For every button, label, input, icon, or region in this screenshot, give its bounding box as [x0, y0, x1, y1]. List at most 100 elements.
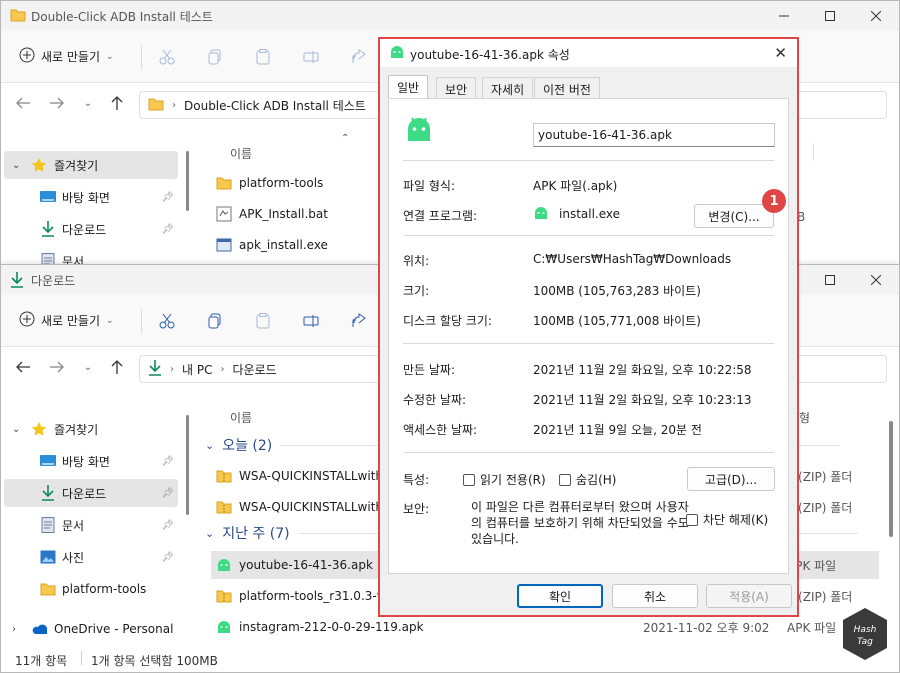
opens-with-label: 연결 프로그램: [403, 209, 478, 223]
nav-item-desktop[interactable]: 바탕 화면 📌︎ [4, 447, 178, 475]
recent-chevron-icon[interactable]: ⌄ [78, 357, 98, 377]
cut-icon[interactable] [155, 45, 179, 69]
nav-item-onedrive[interactable]: › OneDrive - Personal [4, 615, 178, 643]
nav-label: 바탕 화면 [62, 190, 110, 205]
up-arrow-icon[interactable] [107, 93, 127, 113]
pin-icon: 📌︎ [161, 223, 174, 235]
nav-scrollbar[interactable] [186, 415, 189, 515]
divider [403, 343, 774, 344]
file-name: instagram-212-0-0-29-119.apk [239, 620, 424, 634]
hidden-checkbox[interactable]: 숨김(H) [559, 471, 616, 488]
tab-general[interactable]: 일반 [388, 75, 429, 99]
checkbox-label: 읽기 전용(R) [480, 473, 546, 487]
divider [141, 45, 142, 69]
android-icon [533, 206, 549, 223]
nav-item-downloads[interactable]: 다운로드 📌︎ [4, 215, 178, 243]
tab-security[interactable]: 보안 [436, 77, 477, 99]
rename-icon[interactable] [299, 309, 323, 333]
nav-item-pictures[interactable]: 사진 📌︎ [4, 543, 178, 571]
expand-chevron-icon[interactable]: ⌄ [12, 160, 20, 171]
created-label: 만든 날짜: [403, 363, 456, 377]
list-scrollbar[interactable] [889, 421, 893, 537]
checkbox-box[interactable] [686, 513, 698, 526]
file-name: WSA-QUICKINSTALLwithA [239, 500, 392, 514]
file-row[interactable]: instagram-212-0-0-29-119.apk 2021-11-02 … [211, 613, 879, 641]
advanced-button[interactable]: 고급(D)... [687, 467, 775, 491]
breadcrumb-item[interactable]: 다운로드 [232, 361, 276, 378]
tab-details[interactable]: 자세히 [482, 77, 534, 99]
maximize-button[interactable] [807, 1, 853, 31]
attributes-label: 특성: [403, 473, 430, 487]
file-name-field[interactable]: youtube-16-41-36.apk [533, 123, 775, 147]
column-header-name[interactable]: 이름 [230, 409, 252, 426]
share-icon[interactable] [347, 309, 371, 333]
zip-folder-icon [215, 467, 233, 485]
apply-button[interactable]: 적용(A) [706, 584, 792, 608]
checkbox-box[interactable] [463, 473, 475, 486]
new-button-label: 새로 만들기 [41, 50, 101, 64]
group-label: 오늘 (2) [222, 438, 273, 454]
file-name: platform-tools_r31.0.3-win [239, 589, 398, 603]
forward-arrow-icon[interactable] [47, 357, 67, 377]
close-button[interactable] [853, 1, 899, 31]
size-value: 100MB (105,763,283 바이트) [533, 284, 701, 298]
close-icon[interactable]: ✕ [774, 44, 787, 62]
file-name: apk_install.exe [239, 238, 328, 252]
unblock-checkbox[interactable]: 차단 해제(K) [686, 511, 768, 528]
nav-scrollbar[interactable] [186, 151, 189, 211]
paste-icon[interactable] [251, 45, 275, 69]
folder-icon [40, 581, 56, 597]
maximize-button[interactable] [807, 265, 853, 295]
up-arrow-icon[interactable] [107, 357, 127, 377]
back-arrow-icon[interactable] [13, 357, 33, 377]
forward-arrow-icon[interactable] [47, 93, 67, 113]
nav-item-downloads[interactable]: 다운로드 📌︎ [4, 479, 178, 507]
readonly-checkbox[interactable]: 읽기 전용(R) [463, 471, 546, 488]
breadcrumb-item[interactable]: 내 PC [182, 361, 212, 378]
divider [403, 452, 774, 453]
nav-item-favorites[interactable]: ⌄ 즐겨찾기 [4, 415, 178, 443]
rename-icon[interactable] [299, 45, 323, 69]
recent-chevron-icon[interactable]: ⌄ [78, 93, 98, 113]
chevron-down-icon: ⌄ [106, 51, 114, 62]
column-header-type-fragment[interactable]: 형 [799, 409, 810, 426]
nav-item-favorites[interactable]: ⌄ 즐겨찾기 [4, 151, 178, 179]
expand-chevron-icon[interactable]: › [12, 624, 16, 635]
column-header-name[interactable]: 이름 [230, 145, 252, 162]
divider [141, 309, 142, 333]
nav-label: 문서 [62, 518, 85, 533]
svg-text:Hash: Hash [854, 625, 877, 635]
cancel-button[interactable]: 취소 [612, 584, 698, 608]
share-icon[interactable] [347, 45, 371, 69]
download-icon [40, 221, 56, 237]
nav-item-desktop[interactable]: 바탕 화면 📌︎ [4, 183, 178, 211]
sort-up-icon: ⌃ [341, 133, 350, 144]
new-button[interactable]: 새로 만들기 ⌄ [19, 47, 114, 66]
divider [403, 160, 774, 161]
checkbox-box[interactable] [559, 473, 571, 486]
tab-previous-versions[interactable]: 이전 버전 [534, 77, 600, 99]
file-type: APK 파일 [787, 620, 837, 635]
nav-label: 다운로드 [62, 486, 107, 501]
star-icon [31, 157, 47, 173]
back-arrow-icon[interactable] [13, 93, 33, 113]
cut-icon[interactable] [155, 309, 179, 333]
breadcrumb-item[interactable]: Double-Click ADB Install 테스트 [184, 97, 366, 114]
star-icon [31, 421, 47, 437]
minimize-button[interactable] [761, 1, 807, 31]
new-button[interactable]: 새로 만들기 ⌄ [19, 311, 114, 330]
ok-button[interactable]: 확인 [517, 584, 603, 608]
close-button[interactable] [853, 265, 899, 295]
expand-chevron-icon[interactable]: ⌄ [12, 424, 20, 435]
nav-label: 다운로드 [62, 222, 107, 237]
nav-item-platform-tools[interactable]: platform-tools [4, 575, 178, 603]
svg-text:Tag: Tag [857, 637, 873, 647]
nav-item-documents[interactable]: 문서 📌︎ [4, 511, 178, 539]
onedrive-icon [31, 621, 47, 637]
copy-icon[interactable] [203, 45, 227, 69]
file-name: APK_Install.bat [239, 207, 328, 221]
disk-size-value: 100MB (105,771,008 바이트) [533, 314, 701, 328]
paste-icon[interactable] [251, 309, 275, 333]
copy-icon[interactable] [203, 309, 227, 333]
change-button[interactable]: 변경(C)... [694, 204, 774, 228]
